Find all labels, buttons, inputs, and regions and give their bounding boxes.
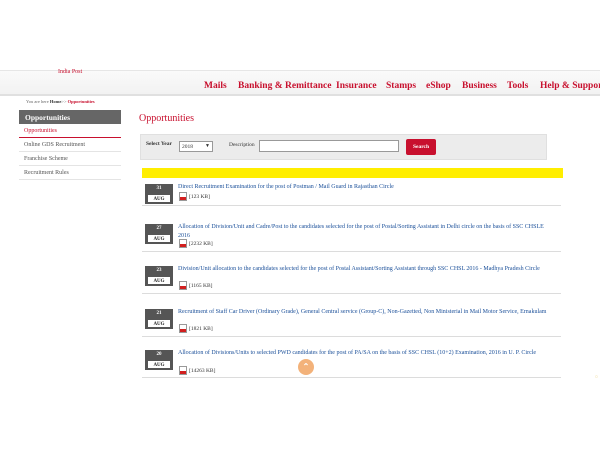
file-size: [1821 KB] — [189, 325, 213, 332]
file-size: [2232 KB] — [189, 240, 213, 247]
main-nav: Mails Banking & Remittance Insurance Sta… — [0, 81, 600, 93]
date-badge: 31 AUG — [145, 184, 173, 204]
date-day: 23 — [156, 268, 162, 273]
date-month: AUG — [147, 360, 171, 369]
breadcrumb-home[interactable]: Home — [50, 99, 62, 104]
page-title: Opportunities — [139, 113, 194, 124]
date-badge: 23 AUG — [145, 266, 173, 286]
sidebar-item-franchise-scheme[interactable]: Franchise Scheme — [19, 152, 121, 166]
nav-business[interactable]: Business — [462, 81, 497, 91]
file-size: [1165 KB] — [189, 282, 213, 289]
date-day: 31 — [156, 186, 162, 191]
list-item: 31 AUG Direct Recruitment Examination fo… — [142, 182, 561, 206]
search-panel: Select Year 2018 ▼ Description Search — [140, 134, 547, 160]
date-month: AUG — [147, 234, 171, 243]
list-item: 20 AUG Allocation of Divisions/Units to … — [142, 348, 561, 378]
header-divider — [0, 94, 600, 96]
page-edge-mark: ◌ — [595, 375, 598, 380]
list-item: 27 AUG Allocation of Division/Unit and C… — [142, 222, 561, 252]
year-select-value: 2018 — [182, 144, 193, 150]
sidebar-item-recruitment-rules[interactable]: Recruitment Rules — [19, 166, 121, 180]
nav-tools[interactable]: Tools — [507, 81, 528, 91]
sidebar: Opportunities Opportunities Online GDS R… — [19, 110, 121, 180]
description-input[interactable] — [259, 140, 399, 152]
pdf-download[interactable]: [2232 KB] — [179, 239, 213, 248]
nav-banking[interactable]: Banking & Remittance — [238, 81, 331, 91]
year-select[interactable]: 2018 ▼ — [179, 141, 213, 152]
sidebar-item-opportunities[interactable]: Opportunities — [19, 124, 121, 138]
nav-eshop[interactable]: eShop — [426, 81, 451, 91]
pdf-icon — [179, 366, 187, 375]
breadcrumb-current: Opportunities — [67, 99, 95, 104]
year-label: Select Year — [146, 141, 172, 147]
description-label: Description — [229, 142, 255, 148]
nav-insurance[interactable]: Insurance — [336, 81, 377, 91]
sidebar-title: Opportunities — [19, 110, 121, 124]
date-badge: 21 AUG — [145, 309, 173, 329]
date-day: 20 — [156, 352, 162, 357]
list-item: 21 AUG Recruitment of Staff Car Driver (… — [142, 307, 561, 337]
pdf-download[interactable]: [14263 KB] — [179, 366, 215, 375]
item-title-link[interactable]: Recruitment of Staff Car Driver (Ordinar… — [178, 308, 554, 317]
breadcrumb-prefix: You are here — [26, 99, 49, 104]
logo-text[interactable]: India Post — [58, 69, 82, 75]
nav-mails[interactable]: Mails — [204, 81, 227, 91]
search-button[interactable]: Search — [406, 139, 436, 155]
pdf-icon — [179, 192, 187, 201]
date-badge: 27 AUG — [145, 224, 173, 244]
list-item: 23 AUG Division/Unit allocation to the c… — [142, 264, 561, 294]
chevron-down-icon: ▼ — [205, 144, 210, 149]
date-day: 21 — [156, 311, 162, 316]
scroll-to-top-icon[interactable]: ⌃ — [298, 359, 314, 375]
nav-help[interactable]: Help & Support — [540, 81, 600, 91]
breadcrumb: You are here Home>> Opportunities — [26, 99, 95, 104]
item-title-link[interactable]: Allocation of Divisions/Units to selecte… — [178, 349, 554, 358]
pdf-download[interactable]: [1165 KB] — [179, 281, 212, 290]
nav-stamps[interactable]: Stamps — [386, 81, 416, 91]
date-month: AUG — [147, 194, 171, 203]
pdf-icon — [179, 239, 187, 248]
date-badge: 20 AUG — [145, 350, 173, 370]
pdf-icon — [179, 324, 187, 333]
date-month: AUG — [147, 276, 171, 285]
item-title-link[interactable]: Allocation of Division/Unit and Cadre/Po… — [178, 223, 554, 240]
item-title-link[interactable]: Direct Recruitment Examination for the p… — [178, 183, 554, 192]
file-size: [123 KB] — [189, 193, 210, 200]
pdf-download[interactable]: [123 KB] — [179, 192, 210, 201]
breadcrumb-separator: >> — [61, 99, 67, 104]
item-title-link[interactable]: Division/Unit allocation to the candidat… — [178, 265, 554, 274]
date-month: AUG — [147, 319, 171, 328]
date-day: 27 — [156, 226, 162, 231]
sidebar-item-gds-recruitment[interactable]: Online GDS Recruitment — [19, 138, 121, 152]
file-size: [14263 KB] — [189, 367, 216, 374]
pdf-icon — [179, 281, 187, 290]
pdf-download[interactable]: [1821 KB] — [179, 324, 213, 333]
highlight-bar — [142, 168, 563, 178]
